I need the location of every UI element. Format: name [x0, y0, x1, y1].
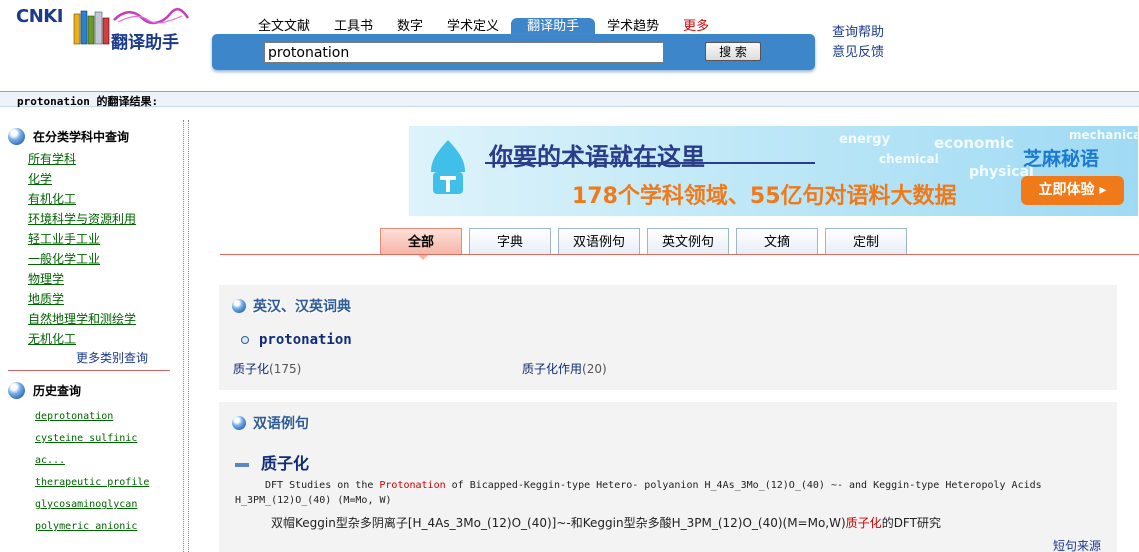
sentence-source-link[interactable]: 短句来源 — [1053, 537, 1101, 552]
category-item[interactable]: 环境科学与资源利用 — [28, 211, 136, 231]
example-chinese: 双帽Keggin型杂多阴离子[H_4As_3Mo_(12)O_(40)]~-和K… — [271, 514, 941, 531]
swirl-icon — [113, 8, 190, 25]
translation-link[interactable]: 质子化作用(20) — [522, 360, 607, 377]
term-bullet-icon — [241, 336, 249, 344]
tab-fulltext[interactable]: 全文文献 — [246, 18, 322, 35]
search-bar: 搜 索 — [212, 34, 815, 70]
result-tabs: 全部 字典 双语例句 英文例句 文摘 定制 — [380, 228, 914, 260]
page: CNKI 翻译助手 全文文献 工具书 数字 学术定义 翻译助手 学术趋势 更多 … — [0, 0, 1139, 552]
category-item[interactable]: 一般化学工业 — [28, 251, 136, 271]
dictionary-panel: 英汉、汉英词典 protonation 质子化(175) 质子化作用(20) — [219, 285, 1117, 390]
tab-academic-trends[interactable]: 学术趋势 — [595, 18, 671, 35]
example-en-text: DFT Studies on the — [265, 480, 380, 491]
result-title: protonation 的翻译结果: — [17, 95, 159, 108]
dictionary-header: 英汉、汉英词典 — [232, 296, 351, 316]
history-item[interactable]: cysteine sulfinic ac... — [35, 428, 155, 472]
category-section-header: 在分类学科中查询 — [8, 128, 129, 145]
dictionary-term: protonation — [241, 332, 352, 348]
left-sidebar: 在分类学科中查询 所有学科 化学 有机化工 环境科学与资源利用 轻工业手工业 一… — [0, 120, 190, 552]
bullet-ball-icon — [232, 299, 246, 313]
example-english: DFT Studies on the Protonation of Bicapp… — [235, 478, 1095, 508]
category-item[interactable]: 无机化工 — [28, 331, 136, 351]
category-item[interactable]: 有机化工 — [28, 191, 136, 211]
tab-abstracts[interactable]: 文摘 — [736, 228, 818, 254]
search-input[interactable] — [264, 42, 664, 63]
translation-text: 质子化作用 — [522, 362, 583, 376]
example-zh-text: 的DFT研究 — [881, 516, 941, 530]
try-now-button[interactable]: 立即体验 ▸ — [1021, 176, 1124, 205]
bullet-ball-icon — [8, 128, 25, 145]
bilingual-subhead-text: 质子化 — [261, 454, 310, 473]
banner-bg-word: mechanical — [1069, 128, 1138, 142]
tab-dictionary[interactable]: 字典 — [469, 228, 551, 254]
help-links: 查询帮助 意见反馈 — [832, 23, 884, 63]
history-item[interactable]: polymeric anionic — [35, 516, 155, 538]
translation-count: (20) — [582, 362, 607, 376]
logo-name: 翻译助手 — [111, 33, 179, 53]
example-en-highlight: Protonation — [379, 480, 446, 491]
banner-bg-word: energy — [839, 132, 891, 147]
translation-text: 质子化 — [233, 362, 270, 376]
tabs-underline — [220, 254, 1139, 255]
query-help-link[interactable]: 查询帮助 — [832, 23, 884, 43]
bilingual-header: 双语例句 — [232, 413, 309, 433]
history-item[interactable]: deprotonation — [35, 406, 155, 428]
translation-count: (175) — [269, 362, 302, 376]
banner-bg-word: chemical — [879, 152, 939, 166]
tab-more[interactable]: 更多 — [671, 18, 721, 35]
bullet-ball-icon — [232, 416, 246, 430]
history-section-header: 历史查询 — [8, 382, 81, 399]
category-item[interactable]: 化学 — [28, 171, 136, 191]
bilingual-panel: 双语例句 质子化 DFT Studies on the Protonation … — [219, 402, 1117, 552]
bullet-ball-icon — [8, 382, 25, 399]
bilingual-title: 双语例句 — [253, 416, 309, 432]
category-item[interactable]: 轻工业手工业 — [28, 231, 136, 251]
cnki-logo[interactable]: CNKI 翻译助手 — [16, 6, 191, 53]
books-icon — [73, 10, 110, 45]
category-item[interactable]: 自然地理学和测绘学 — [28, 311, 136, 331]
search-button[interactable]: 搜 索 — [705, 42, 761, 61]
category-list: 所有学科 化学 有机化工 环境科学与资源利用 轻工业手工业 一般化学工业 物理学… — [28, 151, 136, 351]
history-item[interactable]: glycosaminoglycan — [35, 494, 155, 516]
tab-academic-definition[interactable]: 学术定义 — [435, 18, 511, 35]
subhead-bar-icon — [235, 463, 249, 467]
translation-link[interactable]: 质子化(175) — [233, 360, 301, 377]
dome-logo-icon — [431, 140, 465, 194]
banner-slogan: 你要的术语就在这里 — [489, 143, 705, 171]
tab-reference-books[interactable]: 工具书 — [322, 18, 385, 35]
logo-text: CNKI — [16, 6, 63, 27]
history-section-title: 历史查询 — [33, 384, 82, 398]
category-section-title: 在分类学科中查询 — [33, 130, 130, 144]
example-zh-highlight: 质子化 — [845, 516, 882, 530]
example-zh-text: 双帽Keggin型杂多阴离子[H_4As_3Mo_(12)O_(40)]~-和K… — [271, 516, 846, 530]
top-nav-tabs: 全文文献 工具书 数字 学术定义 翻译助手 学术趋势 更多 — [246, 18, 721, 35]
banner-bg-word: economic — [934, 134, 1015, 152]
sidebar-separator — [8, 370, 170, 371]
sidebar-divider — [188, 120, 189, 552]
tab-bilingual-examples[interactable]: 双语例句 — [558, 228, 640, 254]
category-item[interactable]: 所有学科 — [28, 151, 136, 171]
tab-custom[interactable]: 定制 — [825, 228, 907, 254]
more-categories-link[interactable]: 更多类别查询 — [76, 349, 148, 366]
tab-all[interactable]: 全部 — [380, 228, 462, 260]
category-item[interactable]: 物理学 — [28, 271, 136, 291]
sidebar-divider — [183, 120, 184, 552]
tab-translation-assistant[interactable]: 翻译助手 — [511, 18, 596, 35]
category-item[interactable]: 地质学 — [28, 291, 136, 311]
dictionary-title: 英汉、汉英词典 — [253, 299, 351, 315]
result-title-bar: protonation 的翻译结果: — [0, 91, 1139, 108]
history-list: deprotonation cysteine sulfinic ac... th… — [35, 406, 155, 538]
history-item[interactable]: therapeutic profile — [35, 472, 155, 494]
banner-subslogan: 178个学科领域、55亿句对语料大数据 — [572, 184, 957, 209]
tab-numbers[interactable]: 数字 — [385, 18, 435, 35]
promo-banner[interactable]: energy economic mechanical chemical phys… — [409, 126, 1138, 216]
tab-english-examples[interactable]: 英文例句 — [647, 228, 729, 254]
banner-brand: 芝麻秘语 — [1023, 148, 1100, 170]
feedback-link[interactable]: 意见反馈 — [832, 43, 884, 63]
banner-underline — [485, 162, 815, 164]
bilingual-subhead: 质子化 — [235, 450, 309, 474]
term-word: protonation — [259, 332, 352, 348]
